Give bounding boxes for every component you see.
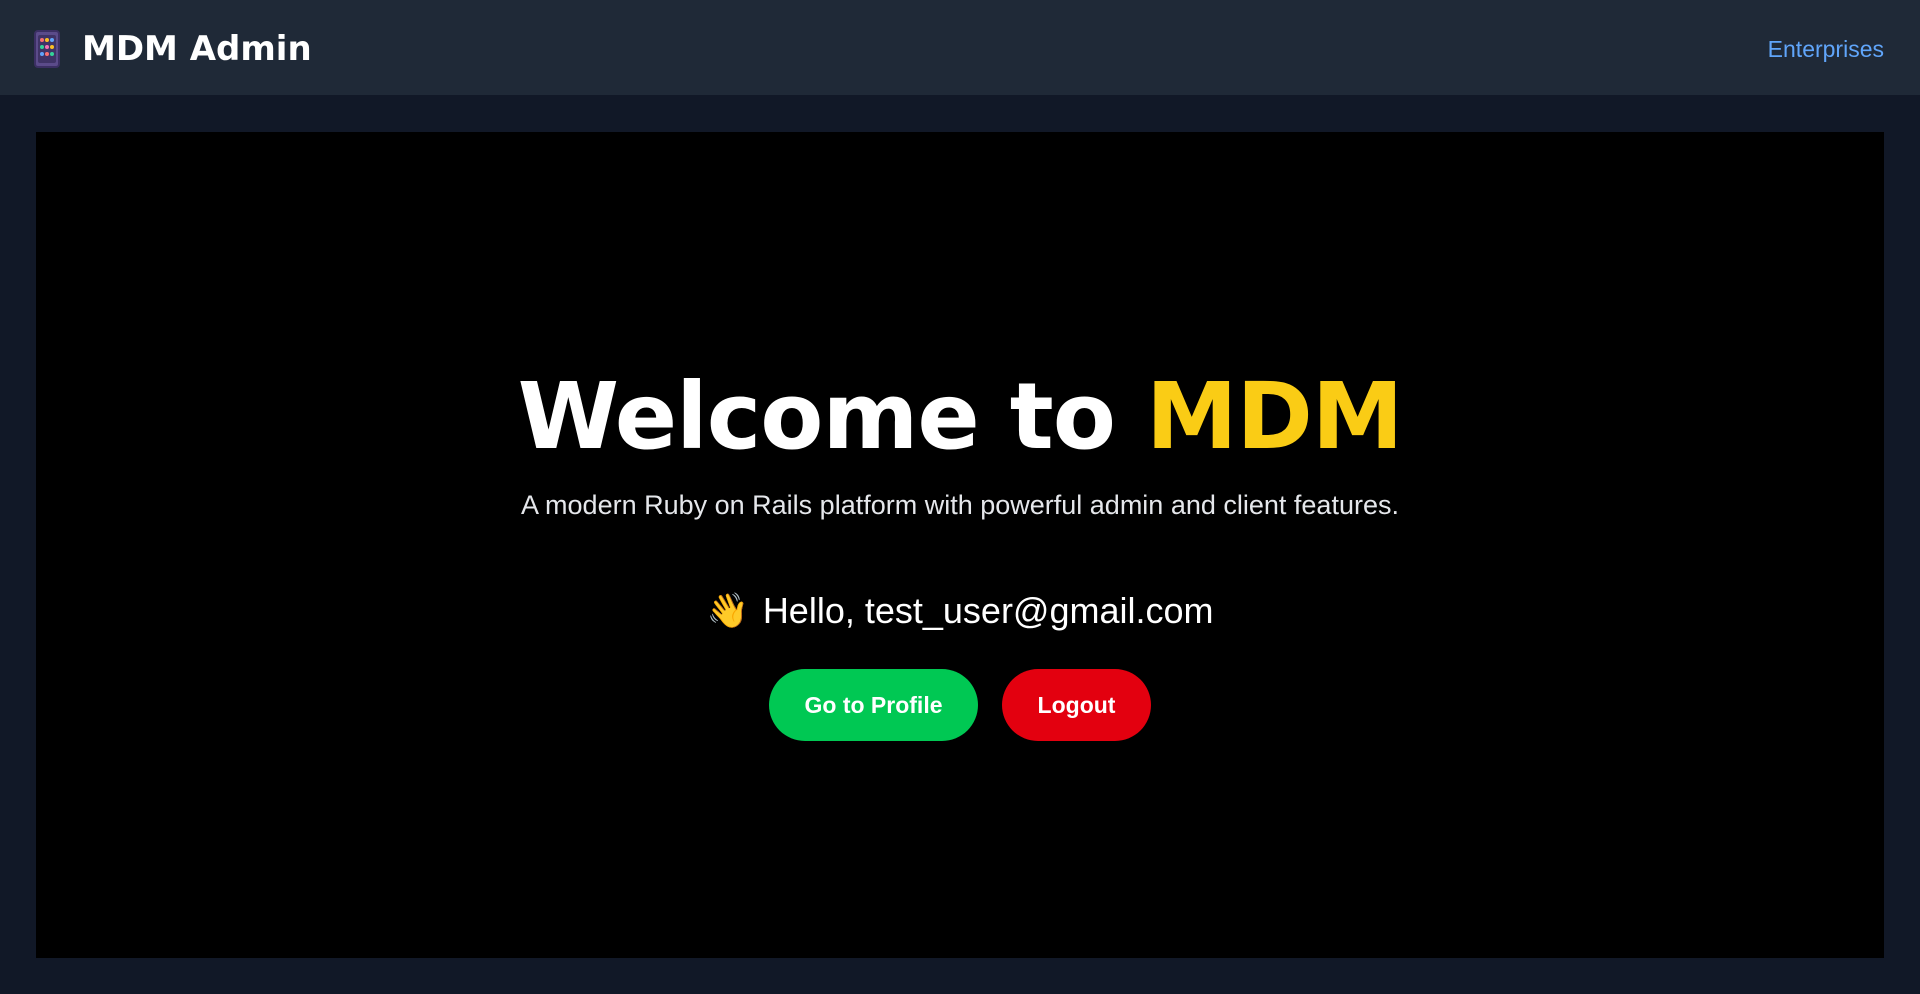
go-to-profile-button[interactable]: Go to Profile [769, 669, 978, 741]
greeting-text: Hello, test_user@gmail.com [762, 590, 1214, 631]
hero-section: Welcome to MDM A modern Ruby on Rails pl… [36, 132, 1884, 958]
hero-content: Welcome to MDM A modern Ruby on Rails pl… [36, 367, 1884, 741]
hero-title: Welcome to MDM [36, 367, 1884, 467]
user-greeting: 👋 Hello, test_user@gmail.com [36, 589, 1884, 633]
hero-title-prefix: Welcome to [517, 363, 1146, 470]
hero-subtitle: A modern Ruby on Rails platform with pow… [521, 490, 1399, 520]
brand-link[interactable]: MDM Admin [34, 29, 312, 69]
hero-actions: Go to Profile Logout [36, 669, 1884, 741]
waving-hand-icon: 👋 [706, 592, 749, 630]
nav-link-enterprises[interactable]: Enterprises [1768, 34, 1884, 64]
abacus-icon [34, 30, 60, 68]
hero-title-accent: MDM [1145, 363, 1403, 470]
top-navbar: MDM Admin Enterprises [0, 0, 1920, 95]
brand-title: MDM Admin [82, 29, 312, 69]
logout-button[interactable]: Logout [1002, 669, 1151, 741]
